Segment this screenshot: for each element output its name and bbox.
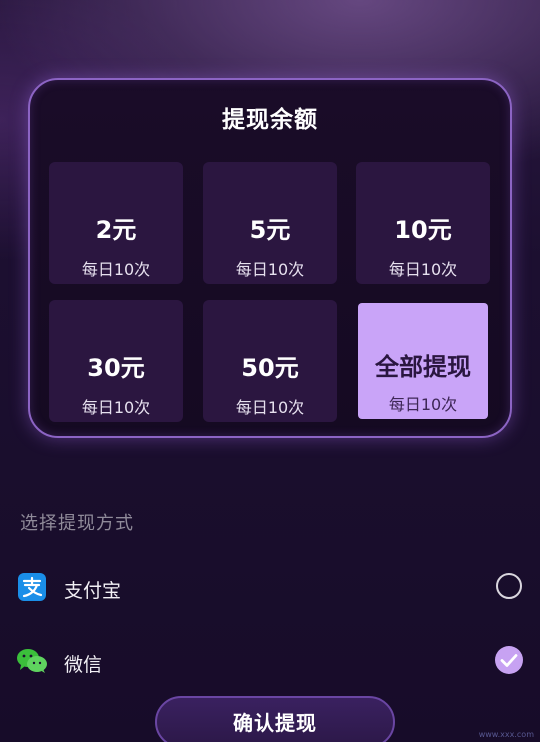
wechat-radio-checked[interactable] <box>495 646 523 674</box>
daily-limit-label: 每日10次 <box>235 398 305 417</box>
daily-limit-label: 每日10次 <box>235 260 305 279</box>
amount-option-5[interactable]: 5元 每日10次 <box>203 162 337 284</box>
amount-label: 50元 <box>241 354 299 382</box>
watermark: www.xxx.com <box>478 730 534 739</box>
wechat-icon <box>17 649 47 673</box>
confirm-withdraw-button[interactable]: 确认提现 <box>155 696 395 742</box>
daily-limit-label: 每日10次 <box>388 260 458 279</box>
payment-option-alipay[interactable]: 支付宝 <box>0 564 540 614</box>
amount-label: 10元 <box>394 216 452 244</box>
alipay-label: 支付宝 <box>64 580 122 602</box>
payment-method-heading: 选择提现方式 <box>20 513 134 534</box>
amount-option-2[interactable]: 2元 每日10次 <box>49 162 183 284</box>
panel-title: 提现余额 <box>222 107 318 133</box>
daily-limit-label: 每日10次 <box>388 395 458 414</box>
amount-label: 5元 <box>249 216 291 244</box>
alipay-radio[interactable] <box>496 573 522 599</box>
wechat-label: 微信 <box>64 654 103 676</box>
payment-option-wechat[interactable]: 微信 <box>0 638 540 688</box>
amount-label: 2元 <box>95 216 137 244</box>
amount-label: 全部提现 <box>375 353 471 381</box>
amount-option-50[interactable]: 50元 每日10次 <box>203 300 337 422</box>
daily-limit-label: 每日10次 <box>81 260 151 279</box>
check-icon <box>500 654 518 667</box>
daily-limit-label: 每日10次 <box>81 398 151 417</box>
alipay-icon <box>18 573 46 601</box>
amount-label: 30元 <box>87 354 145 382</box>
amount-option-30[interactable]: 30元 每日10次 <box>49 300 183 422</box>
amount-option-all[interactable]: 全部提现 每日10次 <box>358 303 488 419</box>
amount-option-10[interactable]: 10元 每日10次 <box>356 162 490 284</box>
